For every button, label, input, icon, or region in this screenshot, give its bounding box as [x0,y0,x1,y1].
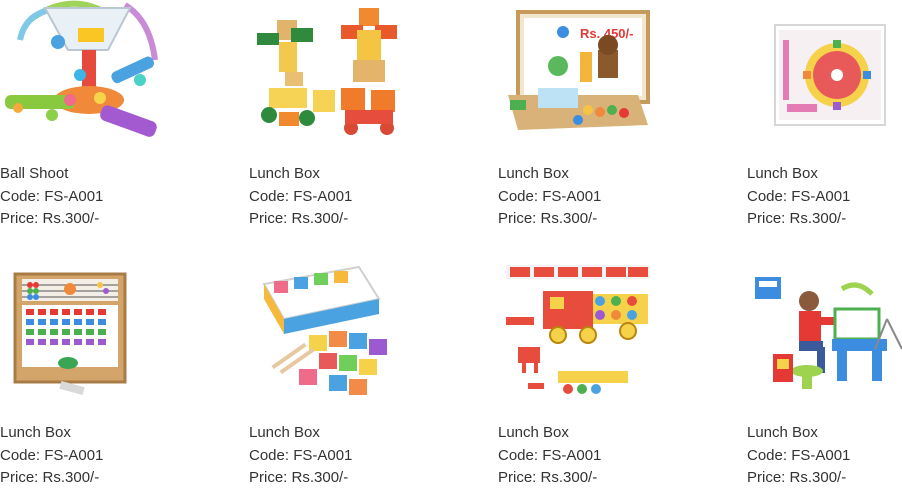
product-price: Price: Rs.300/- [747,469,847,486]
product-code: Code: FS-A001 [747,187,851,205]
product-info: Lunch Box Code: FS-A001 Price: Rs.300/- [498,163,658,231]
product-name[interactable]: Lunch Box [249,422,409,445]
product-info: Lunch Box Code: FS-A001 Price: Rs.300/- [249,422,409,490]
product-name[interactable]: Lunch Box [747,422,902,445]
product-price: Price: Rs.300/- [249,469,349,486]
product-code: Code: FS-A001 [0,187,104,205]
product-price: Price: Rs.300/- [498,469,598,486]
product-info: Lunch Box Code: FS-A001 Price: Rs.300/- [747,163,902,231]
product-card[interactable]: Lunch Box Code: FS-A001 Price: Rs.300/- [249,0,409,240]
product-price: Price: Rs.300/- [0,210,100,227]
product-info: Lunch Box Code: FS-A001 Price: Rs.300/- [747,422,902,490]
product-name[interactable]: Lunch Box [498,422,658,445]
product-card[interactable]: Lunch Box Code: FS-A001 Price: Rs.300/- [0,259,160,499]
wooden-truck-toy-image[interactable] [498,259,658,414]
product-card[interactable]: Lunch Box Code: FS-A001 Price: Rs.300/- [747,0,902,240]
product-info: Ball Shoot Code: FS-A001 Price: Rs.300/- [0,163,160,231]
product-code: Code: FS-A001 [249,187,353,205]
product-card[interactable]: Lunch Box Code: FS-A001 Price: Rs.300/- [747,259,902,499]
kids-study-desk-image[interactable] [747,259,902,414]
product-name[interactable]: Lunch Box [498,163,658,186]
product-code: Code: FS-A001 [747,446,851,464]
product-name[interactable]: Ball Shoot [0,163,160,186]
product-price: Price: Rs.300/- [0,469,100,486]
wooden-robot-toy-image[interactable] [249,0,409,155]
product-price: Price: Rs.300/- [747,210,847,227]
product-code: Code: FS-A001 [498,446,602,464]
product-card[interactable]: Rs. 450/- Lunch Box Code: FS-A001 Price:… [498,0,658,240]
product-card[interactable]: Lunch Box Code: FS-A001 Price: Rs.300/- [498,259,658,499]
product-info: Lunch Box Code: FS-A001 Price: Rs.300/- [249,163,409,231]
product-name[interactable]: Lunch Box [747,163,902,186]
product-card[interactable]: Ball Shoot Code: FS-A001 Price: Rs.300/- [0,0,160,240]
product-price: Price: Rs.300/- [498,210,598,227]
magnetic-board-toy-image[interactable]: Rs. 450/- [498,0,658,155]
product-code: Code: FS-A001 [249,446,353,464]
product-grid: Ball Shoot Code: FS-A001 Price: Rs.300/- [0,0,902,486]
product-code: Code: FS-A001 [0,446,104,464]
animal-blocks-box-image[interactable] [249,259,409,414]
product-price: Price: Rs.300/- [249,210,349,227]
product-code: Code: FS-A001 [498,187,602,205]
ball-shoot-toy-image[interactable] [0,0,160,155]
wooden-clock-toy-image[interactable] [747,0,902,155]
product-info: Lunch Box Code: FS-A001 Price: Rs.300/- [0,422,160,490]
abacus-alphabet-board-image[interactable] [0,259,160,414]
product-card[interactable]: Lunch Box Code: FS-A001 Price: Rs.300/- [249,259,409,499]
product-name[interactable]: Lunch Box [0,422,160,445]
product-name[interactable]: Lunch Box [249,163,409,186]
product-info: Lunch Box Code: FS-A001 Price: Rs.300/- [498,422,658,490]
